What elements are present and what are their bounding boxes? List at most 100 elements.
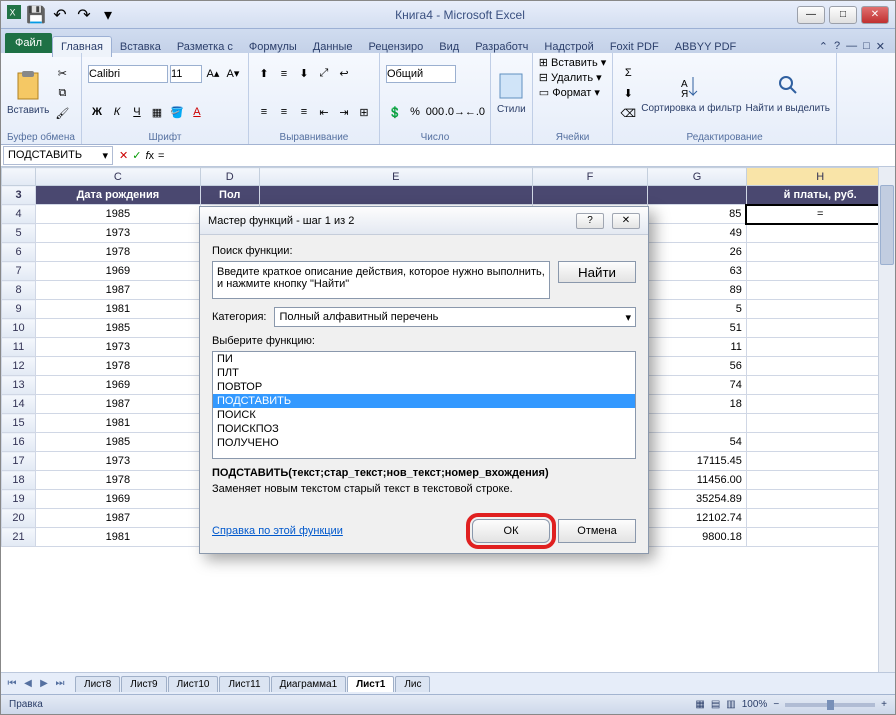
function-item[interactable]: ПЛТ (213, 366, 635, 380)
doc-restore-icon[interactable]: □ (863, 40, 870, 53)
sheet-nav-first-icon[interactable]: ⏮ (5, 678, 19, 689)
col-header-H[interactable]: H (746, 168, 894, 186)
function-item[interactable]: ПОВТОР (213, 380, 635, 394)
decrease-indent-icon[interactable]: ⇤ (315, 103, 333, 121)
paste-button[interactable]: Вставить (7, 71, 49, 116)
increase-indent-icon[interactable]: ⇥ (335, 103, 353, 121)
dialog-close-button[interactable]: ✕ (612, 213, 640, 229)
function-list[interactable]: ПИПЛТПОВТОРПОДСТАВИТЬПОИСКПОИСКПОЗПОЛУЧЕ… (212, 351, 636, 459)
dialog-titlebar[interactable]: Мастер функций - шаг 1 из 2 ? ✕ (200, 207, 648, 235)
doc-close-icon[interactable]: ✕ (876, 40, 885, 53)
function-item[interactable]: ПОДСТАВИТЬ (213, 394, 635, 408)
enter-formula-icon[interactable]: ✓ (132, 149, 141, 162)
align-center-icon[interactable]: ≡ (275, 103, 293, 121)
zoom-in-icon[interactable]: + (881, 699, 887, 710)
sheet-tab[interactable]: Лист11 (219, 676, 269, 692)
shrink-font-icon[interactable]: A▾ (224, 65, 242, 83)
styles-button[interactable]: Стили (497, 72, 526, 115)
align-top-icon[interactable]: ⬆ (255, 65, 273, 83)
function-item[interactable]: ПОИСКПОЗ (213, 422, 635, 436)
align-left-icon[interactable]: ≡ (255, 103, 273, 121)
sheet-tab[interactable]: Диаграмма1 (271, 676, 347, 692)
cancel-formula-icon[interactable]: ✕ (119, 149, 128, 162)
view-break-icon[interactable]: ▥ (726, 699, 735, 710)
qat-more-icon[interactable]: ▾ (99, 6, 117, 24)
copy-icon[interactable]: ⧉ (53, 84, 71, 102)
sheet-nav-next-icon[interactable]: ▶ (37, 678, 51, 689)
fill-icon[interactable]: ⬇ (619, 84, 637, 102)
close-button[interactable]: ✕ (861, 6, 889, 24)
autosum-icon[interactable]: Σ (619, 64, 637, 82)
align-right-icon[interactable]: ≡ (295, 103, 313, 121)
cells-format-button[interactable]: ▭ Формат ▾ (539, 86, 600, 99)
col-header-E[interactable]: E (259, 168, 532, 186)
sheet-nav-last-icon[interactable]: ⏭ (53, 678, 67, 689)
function-item[interactable]: ПОИСК (213, 408, 635, 422)
sheet-tab[interactable]: Лист10 (168, 676, 219, 692)
maximize-button[interactable]: □ (829, 6, 857, 24)
vertical-scrollbar[interactable] (878, 167, 895, 672)
undo-icon[interactable]: ↶ (51, 6, 69, 24)
col-header-G[interactable]: G (648, 168, 747, 186)
grow-font-icon[interactable]: A▴ (204, 65, 222, 83)
clear-icon[interactable]: ⌫ (619, 104, 637, 122)
zoom-level[interactable]: 100% (742, 699, 768, 710)
font-size-select[interactable] (170, 65, 202, 83)
italic-icon[interactable]: К (108, 103, 126, 121)
font-name-select[interactable] (88, 65, 168, 83)
ok-button[interactable]: ОК (472, 519, 550, 543)
sheet-tab[interactable]: Лис (395, 676, 430, 692)
percent-icon[interactable]: % (406, 103, 424, 121)
find-button[interactable]: Найти (558, 261, 636, 283)
save-icon[interactable]: 💾 (27, 6, 45, 24)
sheet-tab[interactable]: Лист1 (347, 676, 394, 692)
align-middle-icon[interactable]: ≡ (275, 65, 293, 83)
align-bottom-icon[interactable]: ⬇ (295, 65, 313, 83)
col-header-C[interactable]: C (36, 168, 201, 186)
fill-color-icon[interactable]: 🪣 (168, 103, 186, 121)
view-normal-icon[interactable]: ▦ (695, 699, 704, 710)
decrease-decimal-icon[interactable]: ←.0 (466, 103, 484, 121)
fx-icon[interactable]: fx (145, 150, 154, 162)
chevron-down-icon[interactable]: ▾ (102, 149, 108, 162)
sheet-tab[interactable]: Лист8 (75, 676, 120, 692)
cells-delete-button[interactable]: ⊟ Удалить ▾ (539, 71, 602, 84)
doc-minimize-icon[interactable]: — (846, 40, 857, 53)
cut-icon[interactable]: ✂ (53, 64, 71, 82)
name-box[interactable]: ПОДСТАВИТЬ▾ (3, 146, 113, 165)
zoom-out-icon[interactable]: − (773, 699, 779, 710)
underline-icon[interactable]: Ч (128, 103, 146, 121)
format-painter-icon[interactable]: 🖌 (53, 104, 71, 122)
sort-filter-button[interactable]: АЯ Сортировка и фильтр (641, 73, 741, 114)
search-input[interactable]: Введите краткое описание действия, котор… (212, 261, 550, 299)
function-item[interactable]: ПОЛУЧЕНО (213, 436, 635, 450)
dialog-help-button[interactable]: ? (576, 213, 604, 229)
function-item[interactable]: ПИ (213, 352, 635, 366)
ribbon-minimize-icon[interactable]: ⌃ (819, 40, 828, 53)
font-color-icon[interactable]: A (188, 103, 206, 121)
zoom-slider[interactable] (785, 703, 875, 707)
wrap-text-icon[interactable]: ↩ (335, 65, 353, 83)
increase-decimal-icon[interactable]: .0→ (446, 103, 464, 121)
bold-icon[interactable]: Ж (88, 103, 106, 121)
currency-icon[interactable]: 💲 (386, 103, 404, 121)
minimize-button[interactable]: — (797, 6, 825, 24)
comma-icon[interactable]: 000 (426, 103, 444, 121)
formula-value[interactable]: = (158, 150, 164, 162)
col-header-D[interactable]: D (200, 168, 259, 186)
find-select-button[interactable]: Найти и выделить (746, 73, 830, 114)
sheet-tab[interactable]: Лист9 (121, 676, 166, 692)
cells-insert-button[interactable]: ⊞ Вставить ▾ (539, 56, 607, 69)
cancel-button[interactable]: Отмена (558, 519, 636, 543)
view-page-icon[interactable]: ▤ (711, 699, 720, 710)
col-header-F[interactable]: F (532, 168, 647, 186)
help-icon[interactable]: ? (834, 40, 840, 53)
redo-icon[interactable]: ↷ (75, 6, 93, 24)
file-tab[interactable]: Файл (5, 33, 52, 53)
border-icon[interactable]: ▦ (148, 103, 166, 121)
sheet-nav-prev-icon[interactable]: ◀ (21, 678, 35, 689)
number-format-select[interactable] (386, 65, 456, 83)
help-link[interactable]: Справка по этой функции (212, 525, 343, 537)
orientation-icon[interactable]: ⤢ (315, 65, 333, 83)
category-select[interactable]: Полный алфавитный перечень ▾ (274, 307, 636, 327)
